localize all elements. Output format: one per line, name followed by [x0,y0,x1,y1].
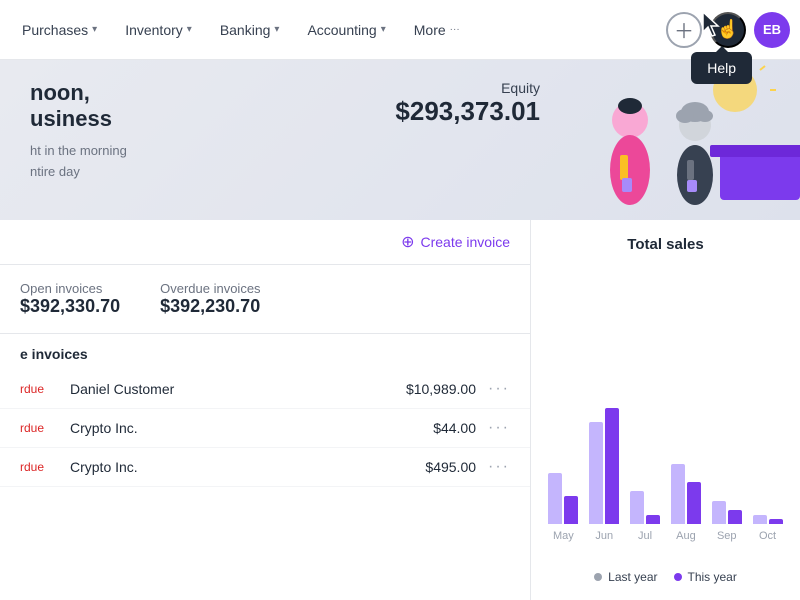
nav-item-inventory[interactable]: Inventory ▾ [113,14,204,46]
equity-value: $293,373.01 [395,96,540,127]
legend-label-this-year: This year [688,570,737,584]
open-invoices-summary: Open invoices $392,330.70 [20,281,120,317]
invoice-customer-0: Daniel Customer [70,381,406,397]
table-row[interactable]: rdue Crypto Inc. $44.00 ··· [0,409,530,448]
nav-label-inventory: Inventory [125,22,183,38]
invoice-customer-1: Crypto Inc. [70,420,433,436]
nav-right: ＋ ☝ EB [666,12,790,48]
nav-label-banking: Banking [220,22,271,38]
equity-widget: Equity $293,373.01 [395,80,540,127]
invoice-status-0: rdue [20,382,70,396]
avatar-label: EB [763,22,781,37]
chevron-down-icon-purchases: ▾ [92,24,97,35]
create-invoice-button[interactable]: ⊕ Create invoice [401,232,510,252]
add-button[interactable]: ＋ [666,12,702,48]
more-options-1[interactable]: ··· [488,419,510,437]
nav-item-banking[interactable]: Banking ▾ [208,14,292,46]
table-row[interactable]: rdue Daniel Customer $10,989.00 ··· [0,370,530,409]
overdue-invoices-value: $392,230.70 [160,296,260,317]
invoices-summary: Open invoices $392,330.70 Overdue invoic… [0,265,530,334]
circle-plus-icon: ⊕ [401,232,414,252]
bar-this-year-oct [769,519,783,524]
bar-this-year-jun [605,408,619,524]
legend-dot-last-year [594,573,602,581]
chart-title: Total sales [547,236,784,253]
bar-group-aug: Aug [669,394,702,542]
invoice-status-1: rdue [20,421,70,435]
chart-legend: Last year This year [547,570,784,584]
overdue-invoices-label: Overdue invoices [160,281,260,296]
plus-icon: ＋ [674,15,694,44]
bar-label-oct: Oct [759,530,776,542]
more-options-2[interactable]: ··· [488,458,510,476]
bar-this-year-aug [687,482,701,524]
bar-label-sep: Sep [717,530,737,542]
bar-label-may: May [553,530,574,542]
right-panel: Total sales May Jun Jul Aug Sep Oct Last year… [530,220,800,600]
main-content: noon, usiness ht in the morning ntire da… [0,60,800,600]
help-tooltip: Help [691,52,752,84]
bar-last-year-jun [589,422,603,524]
bar-chart: May Jun Jul Aug Sep Oct [547,269,784,562]
invoice-amount-1: $44.00 [433,420,476,436]
invoice-table: rdue Daniel Customer $10,989.00 ··· rdue… [0,370,530,487]
open-invoices-label: Open invoices [20,281,120,296]
chevron-down-icon-banking: ▾ [274,24,279,35]
legend-this-year: This year [674,570,737,584]
bar-group-oct: Oct [751,394,784,542]
overdue-invoices-summary: Overdue invoices $392,230.70 [160,281,260,317]
bar-this-year-sep [728,510,742,524]
bar-label-aug: Aug [676,530,696,542]
legend-dot-this-year [674,573,682,581]
invoices-section-title: e invoices [0,334,530,370]
bar-group-may: May [547,394,580,542]
top-nav: Purchases ▾ Inventory ▾ Banking ▾ Accoun… [0,0,800,60]
invoice-amount-0: $10,989.00 [406,381,476,397]
bar-last-year-oct [753,515,767,524]
chevron-down-icon-inventory: ▾ [187,24,192,35]
bar-group-sep: Sep [710,394,743,542]
help-button[interactable]: ☝ [710,12,746,48]
nav-item-more[interactable]: More ··· [402,14,472,46]
help-icon: ☝ [717,19,739,40]
legend-label-last-year: Last year [608,570,657,584]
bar-last-year-jul [630,491,644,524]
open-invoices-value: $392,330.70 [20,296,120,317]
nav-label-more: More [414,22,446,38]
avatar[interactable]: EB [754,12,790,48]
hero-section: noon, usiness ht in the morning ntire da… [0,60,800,220]
create-invoice-bar: ⊕ Create invoice [0,220,530,265]
table-row[interactable]: rdue Crypto Inc. $495.00 ··· [0,448,530,487]
bar-last-year-sep [712,501,726,524]
nav-item-accounting[interactable]: Accounting ▾ [295,14,397,46]
hero-illustration [540,60,800,220]
more-options-0[interactable]: ··· [488,380,510,398]
bar-last-year-may [548,473,562,524]
nav-item-purchases[interactable]: Purchases ▾ [10,14,109,46]
bar-label-jun: Jun [595,530,613,542]
create-invoice-label: Create invoice [421,234,511,250]
invoice-customer-2: Crypto Inc. [70,459,425,475]
bar-label-jul: Jul [638,530,652,542]
illustration-svg [540,60,800,220]
left-panel: ⊕ Create invoice Open invoices $392,330.… [0,220,530,600]
bar-group-jul: Jul [629,394,662,542]
invoice-amount-2: $495.00 [425,459,476,475]
bar-last-year-aug [671,464,685,524]
nav-label-purchases: Purchases [22,22,88,38]
chevron-down-icon-accounting: ▾ [381,24,386,35]
legend-last-year: Last year [594,570,657,584]
ellipsis-icon: ··· [450,24,460,35]
bar-group-jun: Jun [588,394,621,542]
bar-this-year-jul [646,515,660,524]
body-section: ⊕ Create invoice Open invoices $392,330.… [0,220,800,600]
bar-this-year-may [564,496,578,524]
nav-items: Purchases ▾ Inventory ▾ Banking ▾ Accoun… [10,14,666,46]
invoice-status-2: rdue [20,460,70,474]
help-tooltip-label: Help [707,60,736,76]
nav-label-accounting: Accounting [307,22,376,38]
equity-label: Equity [395,80,540,96]
